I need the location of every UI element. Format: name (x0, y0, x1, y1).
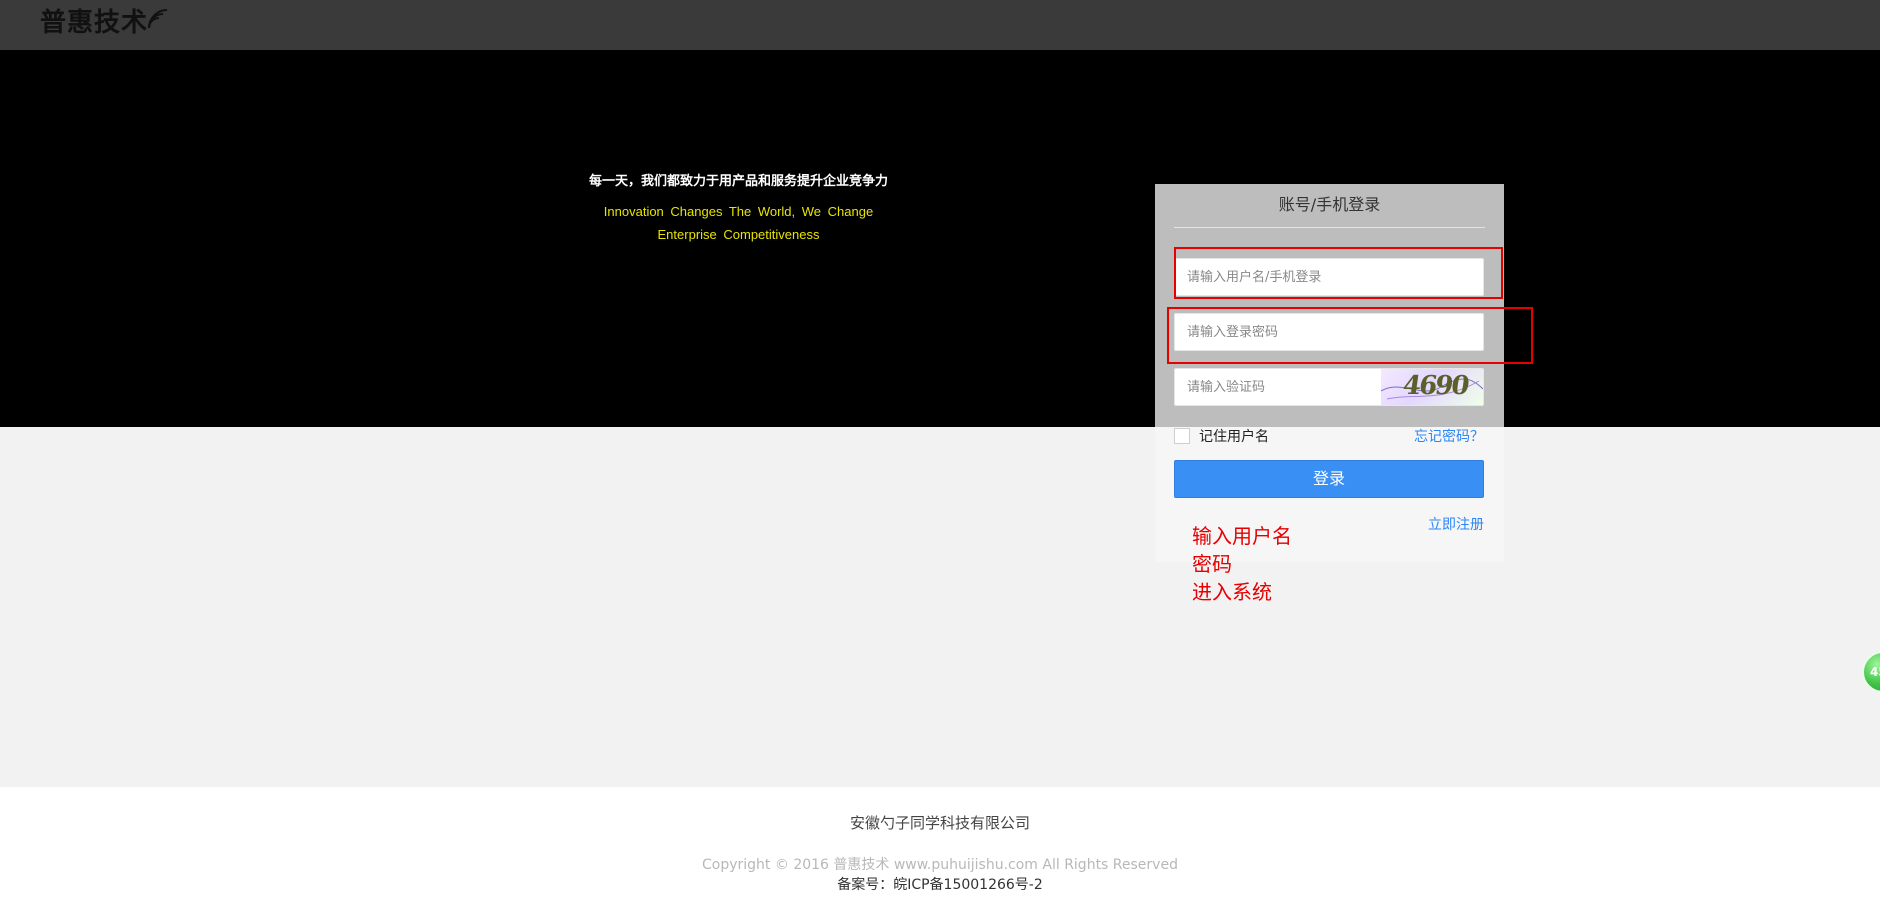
annotation-line: 密码 (1192, 552, 1232, 576)
footer-company: 安徽勺子同学科技有限公司 (849, 814, 1030, 832)
forgot-password-link[interactable]: 忘记密码？ (1414, 426, 1484, 446)
captcha-text: 4690 (1400, 371, 1470, 401)
annotation-rect-password (1167, 307, 1533, 364)
annotation-line: 进入系统 (1192, 580, 1272, 604)
captcha-image[interactable]: 4690 (1381, 369, 1483, 405)
annotation-rect-username (1174, 247, 1503, 299)
footer-icp: 备案号：皖ICP备15001266号-2 (837, 877, 1043, 893)
slogan-chinese: 每一天，我们都致力于用产品和服务提升企业竞争力 (588, 174, 888, 189)
signal-icon (148, 9, 168, 29)
captcha-field[interactable]: 4690 (1174, 368, 1484, 406)
footer-copyright: Copyright © 2016 普惠技术 www.puhuijishu.com… (702, 857, 1178, 873)
footer: 安徽勺子同学科技有限公司 Copyright © 2016 普惠技术 www.p… (0, 787, 1880, 917)
remember-checkbox[interactable] (1174, 428, 1190, 444)
login-panel: 账号/手机登录 4690 记住用户名 忘记密码？ 登录 立即注册 (1155, 184, 1504, 562)
login-button[interactable]: 登录 (1174, 460, 1484, 498)
floating-badge[interactable]: 45 (1862, 651, 1880, 693)
logo-text[interactable]: 普惠技术 (40, 10, 148, 36)
captcha-input[interactable] (1175, 369, 1380, 405)
slogan-english: Innovation Changes The World, We Change … (603, 204, 874, 242)
remember-label: 记住用户名 (1199, 429, 1269, 445)
login-title: 账号/手机登录 (1174, 194, 1485, 228)
annotation-line: 输入用户名 (1192, 524, 1292, 548)
top-header: 普惠技术 (0, 0, 1880, 50)
register-link[interactable]: 立即注册 (1428, 514, 1484, 534)
annotation-note: 输入用户名 密码 进入系统 (1192, 522, 1292, 606)
remember-username[interactable]: 记住用户名 (1174, 426, 1269, 446)
hero-banner (0, 50, 1880, 427)
